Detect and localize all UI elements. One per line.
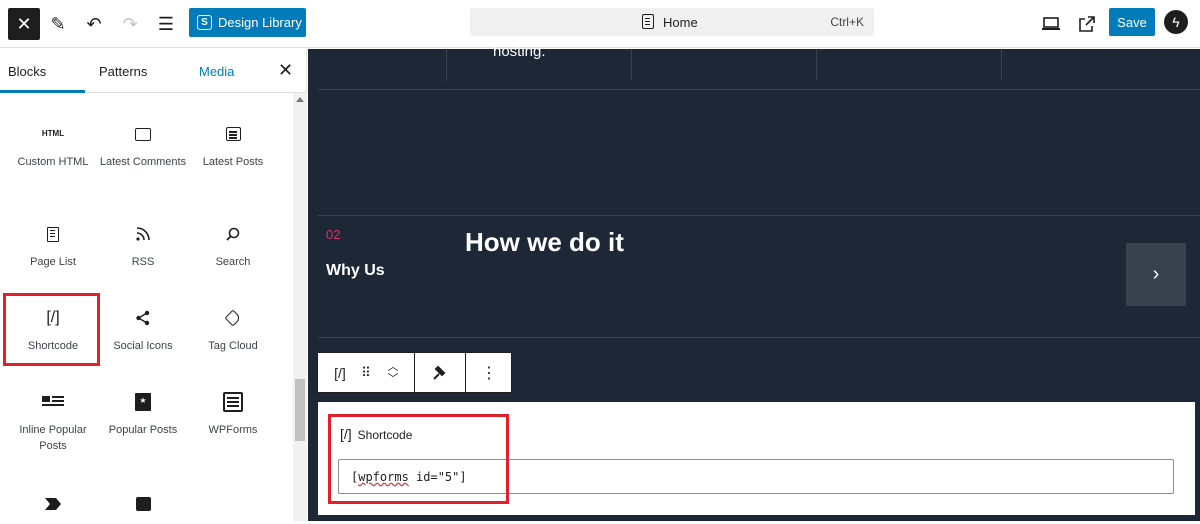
section-heading: How we do it bbox=[465, 227, 624, 257]
tab-media[interactable]: Media bbox=[199, 64, 234, 79]
edit-pencil-icon[interactable]: ✎ bbox=[42, 8, 74, 40]
next-arrow-button[interactable]: › bbox=[1126, 243, 1186, 306]
divider bbox=[318, 337, 1200, 338]
divider bbox=[1001, 49, 1002, 81]
highlight-shortcode-block bbox=[3, 293, 100, 366]
divider bbox=[816, 49, 817, 81]
block-rss[interactable]: RSS bbox=[98, 222, 188, 270]
undo-icon[interactable]: ↶ bbox=[78, 8, 110, 40]
scrollbar-track[interactable] bbox=[293, 93, 307, 521]
transform-hammer-icon[interactable] bbox=[415, 353, 465, 392]
highlight-shortcode-input bbox=[328, 414, 509, 504]
command-palette-bar[interactable]: Home Ctrl+K bbox=[470, 8, 874, 36]
block-label: Inline Popular Posts bbox=[19, 424, 87, 452]
inline-posts-icon bbox=[8, 390, 98, 414]
block-label: RSS bbox=[131, 256, 155, 268]
close-inserter-icon[interactable]: ✕ bbox=[278, 60, 293, 81]
share-icon bbox=[98, 306, 188, 330]
tab-blocks[interactable]: Blocks bbox=[8, 64, 46, 79]
block-latest-comments[interactable]: Latest Comments bbox=[98, 122, 188, 170]
block-toolbar: [/] ⠿ ︿ ﹀ ⋮ bbox=[317, 352, 512, 393]
design-library-label: Design Library bbox=[218, 15, 302, 30]
block-social-icons[interactable]: Social Icons bbox=[98, 306, 188, 354]
search-icon bbox=[188, 222, 278, 246]
drag-handle-icon[interactable]: ⠿ bbox=[356, 353, 376, 392]
command-label: Home bbox=[663, 15, 698, 30]
block-label: Search bbox=[215, 256, 251, 268]
page-list-icon bbox=[8, 222, 98, 246]
tag-icon bbox=[188, 306, 278, 330]
block-label: Latest Comments bbox=[99, 156, 187, 168]
block-label: Latest Posts bbox=[202, 156, 264, 168]
divider bbox=[318, 89, 1200, 90]
block-partial-2[interactable] bbox=[98, 492, 188, 524]
document-icon bbox=[642, 14, 654, 29]
section-number: 02 bbox=[326, 227, 341, 242]
more-options-icon[interactable]: ⋮ bbox=[466, 353, 512, 392]
block-label: Custom HTML bbox=[17, 156, 89, 168]
design-library-icon: S bbox=[197, 15, 212, 30]
tag-arrow-icon bbox=[8, 492, 98, 516]
post-list-icon bbox=[188, 122, 278, 146]
block-inserter-sidebar: Blocks Patterns Media ✕ HTML Custom HTML… bbox=[0, 49, 307, 521]
performance-bolt-icon[interactable]: ϟ bbox=[1164, 10, 1188, 34]
inserter-tabs: Blocks Patterns Media ✕ bbox=[0, 49, 307, 93]
block-partial-1[interactable] bbox=[8, 492, 98, 524]
block-latest-posts[interactable]: Latest Posts bbox=[188, 122, 278, 170]
divider bbox=[318, 215, 1200, 216]
keyboard-shortcut: Ctrl+K bbox=[830, 15, 864, 29]
hosting-text: hosting. bbox=[493, 43, 546, 60]
redo-icon[interactable]: ↷ bbox=[114, 8, 146, 40]
popular-posts-icon: ★ bbox=[98, 390, 188, 414]
block-custom-html[interactable]: HTML Custom HTML bbox=[8, 122, 98, 170]
block-label: Page List bbox=[30, 256, 76, 268]
block-inline-popular-posts[interactable]: Inline Popular Posts bbox=[8, 390, 98, 454]
wpforms-icon bbox=[188, 390, 278, 414]
tab-patterns[interactable]: Patterns bbox=[99, 64, 147, 79]
editor-top-bar: ✕ ✎ ↶ ↷ ☰ S Design Library Home Ctrl+K S… bbox=[0, 0, 1200, 48]
list-icon bbox=[98, 492, 188, 516]
divider bbox=[631, 49, 632, 81]
rss-icon bbox=[98, 222, 188, 246]
block-search[interactable]: Search bbox=[188, 222, 278, 270]
save-button[interactable]: Save bbox=[1109, 8, 1155, 36]
html-icon: HTML bbox=[41, 129, 65, 138]
block-popular-posts[interactable]: ★ Popular Posts bbox=[98, 390, 188, 438]
block-label: WPForms bbox=[208, 424, 258, 436]
block-wpforms[interactable]: WPForms bbox=[188, 390, 278, 438]
preview-desktop-icon[interactable] bbox=[1035, 8, 1067, 40]
design-library-button[interactable]: S Design Library bbox=[189, 8, 306, 37]
external-link-icon[interactable] bbox=[1071, 8, 1103, 40]
scroll-up-arrow[interactable] bbox=[296, 97, 304, 102]
scrollbar-thumb[interactable] bbox=[295, 379, 305, 441]
section-label: Why Us bbox=[326, 262, 385, 279]
block-page-list[interactable]: Page List bbox=[8, 222, 98, 270]
active-tab-indicator bbox=[0, 90, 85, 93]
close-icon[interactable]: ✕ bbox=[8, 8, 40, 40]
comment-bubble-icon bbox=[98, 122, 188, 146]
block-label: Popular Posts bbox=[108, 424, 178, 436]
divider bbox=[446, 49, 447, 81]
block-label: Social Icons bbox=[113, 340, 173, 352]
block-tag-cloud[interactable]: Tag Cloud bbox=[188, 306, 278, 354]
block-label: Tag Cloud bbox=[208, 340, 258, 352]
move-up-down-icon[interactable]: ︿ ﹀ bbox=[380, 353, 406, 392]
document-overview-icon[interactable]: ☰ bbox=[150, 8, 182, 40]
